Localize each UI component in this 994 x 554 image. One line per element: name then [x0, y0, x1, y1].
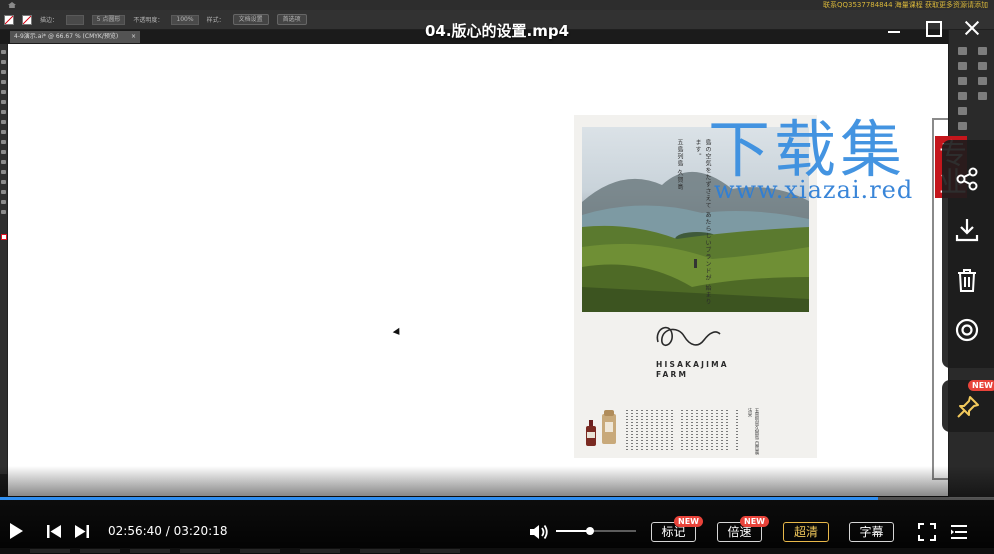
eyedropper-tool-icon[interactable] [1, 190, 6, 194]
width-tool-icon[interactable] [1, 160, 6, 164]
poster-vertical-text-2: 島の空気をたずさえて あたらしいブランドが 始まります。 [694, 139, 711, 306]
speed-button[interactable]: 倍速 NEW [717, 516, 769, 542]
time-display: 02:56:40 / 03:20:18 [108, 524, 227, 539]
download-icon[interactable] [952, 215, 982, 245]
pin-new-badge: NEW [968, 380, 994, 391]
zoom-tool-icon[interactable] [1, 210, 6, 214]
target-icon[interactable] [952, 315, 982, 345]
product-rice-bag-icon [602, 410, 616, 444]
fullscreen-icon[interactable] [918, 523, 936, 541]
menubar-promo-text: 联系QQ3537784844 海量课程 获取更多资源请添加 [822, 1, 988, 9]
close-icon[interactable] [962, 18, 982, 38]
progress-fill [0, 497, 878, 500]
fill-stroke-well[interactable] [0, 234, 7, 240]
os-taskbar [0, 548, 994, 554]
side-actions-panel [942, 140, 994, 368]
mark-button[interactable]: 标记 NEW [651, 516, 703, 542]
video-title: 04.版心的设置.mp4 [424, 22, 570, 40]
poster-vertical-text-1: 五島列島 久賀島 [676, 139, 683, 191]
selection-tool-icon[interactable] [1, 50, 6, 54]
landscape-photo: 五島列島 久賀島 島の空気をたずさえて あたらしいブランドが 始まります。 [582, 127, 809, 312]
pen-tool-icon[interactable] [1, 70, 6, 74]
poster-artwork[interactable]: 五島列島 久賀島 島の空気をたずさえて あたらしいブランドが 始まります。 HI… [574, 115, 817, 458]
speed-new-badge: NEW [740, 516, 769, 527]
shape-builder-tool-icon[interactable] [1, 170, 6, 174]
libraries-panel-icon[interactable] [957, 77, 967, 85]
minimize-icon[interactable] [884, 18, 904, 38]
volume-knob[interactable] [585, 527, 594, 535]
app-menubar: 联系QQ3537784844 海量课程 获取更多资源请添加 [0, 0, 994, 10]
brand-name: HISAKAJIMA FARM [656, 360, 729, 380]
swatches-panel-icon[interactable] [957, 122, 967, 130]
time-separator: / [161, 524, 174, 538]
pin-icon[interactable] [955, 394, 981, 420]
next-icon[interactable] [74, 524, 90, 539]
pencil-tool-icon[interactable] [1, 120, 6, 124]
eraser-tool-icon[interactable] [1, 130, 6, 134]
stroke-panel-icon[interactable] [977, 62, 987, 70]
maximize-icon[interactable] [922, 18, 942, 38]
playlist-icon[interactable] [950, 523, 968, 541]
controls-gradient [0, 466, 994, 554]
trash-icon[interactable] [952, 265, 982, 295]
rectangle-tool-icon[interactable] [1, 100, 6, 104]
play-icon[interactable] [10, 523, 23, 539]
brush-tool-icon[interactable] [1, 110, 6, 114]
rotate-tool-icon[interactable] [1, 140, 6, 144]
transparency-panel-icon[interactable] [977, 92, 987, 100]
direct-selection-tool-icon[interactable] [1, 60, 6, 64]
line-tool-icon[interactable] [1, 90, 6, 94]
quality-button[interactable]: 超清 [783, 522, 829, 542]
brand-name-line-2: FARM [656, 370, 689, 379]
volume-fill [556, 530, 590, 532]
volume-icon[interactable] [528, 523, 550, 541]
time-current: 02:56:40 [108, 524, 162, 538]
progress-bar[interactable] [0, 497, 994, 500]
gradient-panel-icon[interactable] [977, 77, 987, 85]
subtitle-button[interactable]: 字幕 [849, 522, 894, 542]
brand-logo-icon [656, 326, 721, 346]
speed-button-label: 倍速 [727, 525, 752, 539]
mark-button-label: 标记 [661, 525, 686, 539]
poster-body-text-columns [626, 410, 744, 454]
symbols-panel-icon[interactable] [957, 92, 967, 100]
time-total: 03:20:18 [173, 524, 228, 538]
scale-tool-icon[interactable] [1, 150, 6, 154]
color-panel-icon[interactable] [977, 47, 987, 55]
pin-panel: NEW [942, 380, 994, 432]
product-bottle-icon [586, 420, 596, 446]
brand-name-line-1: HISAKAJIMA [656, 360, 729, 369]
gradient-tool-icon[interactable] [1, 180, 6, 184]
volume-slider[interactable] [556, 527, 636, 535]
type-tool-icon[interactable] [1, 80, 6, 84]
panel-icons-column-2 [973, 40, 991, 100]
hand-tool-icon[interactable] [1, 200, 6, 204]
properties-panel-icon[interactable] [957, 47, 967, 55]
brushes-panel-icon[interactable] [957, 107, 967, 115]
home-icon[interactable] [8, 2, 16, 8]
mark-new-badge: NEW [674, 516, 703, 527]
layers-panel-icon[interactable] [957, 62, 967, 70]
poster-side-vertical-text: 五島列島久賀島 自然農法米 [747, 408, 759, 455]
previous-icon[interactable] [46, 524, 62, 539]
tools-panel [0, 44, 8, 474]
share-icon[interactable] [952, 164, 982, 194]
